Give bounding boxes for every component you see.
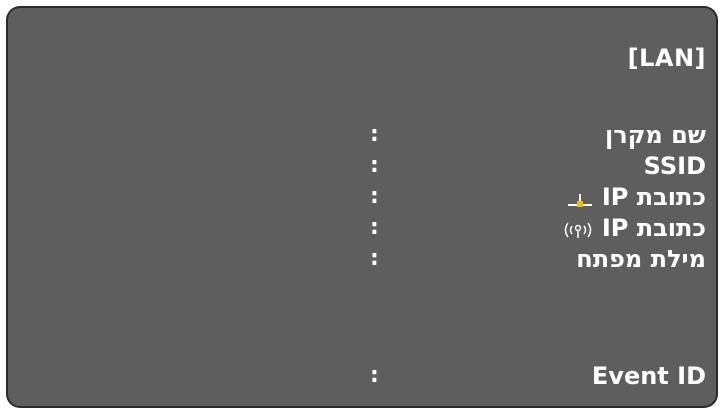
wired-ip-label: כתובת IP xyxy=(601,183,706,211)
wireless-ip-separator: : xyxy=(370,215,379,240)
event-id-label: Event ID xyxy=(591,362,706,390)
wired-lan-icon xyxy=(566,188,594,207)
event-id-separator: : xyxy=(370,363,379,388)
lan-info-panel: [LAN] שם מקרן : SSID : כתובת IP : כתובת … xyxy=(8,8,716,406)
projector-name-label: שם מקרן xyxy=(605,121,706,149)
ssid-label: SSID xyxy=(643,152,706,180)
wireless-ip-label-group: כתובת IP xyxy=(562,214,706,242)
lan-section-title: [LAN] xyxy=(627,44,706,72)
ssid-row: SSID : xyxy=(8,152,706,180)
keyword-separator: : xyxy=(370,246,379,271)
wireless-lan-icon xyxy=(562,218,594,238)
wired-ip-separator: : xyxy=(370,184,379,209)
projector-name-separator: : xyxy=(370,122,379,147)
wired-ip-label-group: כתובת IP xyxy=(566,183,706,211)
projector-name-row: שם מקרן : xyxy=(8,121,706,149)
event-id-row: Event ID : xyxy=(8,362,706,390)
wireless-ip-row: כתובת IP : xyxy=(8,214,706,242)
ssid-separator: : xyxy=(370,153,379,178)
wired-ip-row: כתובת IP : xyxy=(8,183,706,211)
wireless-ip-label: כתובת IP xyxy=(601,214,706,242)
keyword-label: מילת מפתח xyxy=(576,245,706,273)
keyword-row: מילת מפתח : xyxy=(8,245,706,273)
